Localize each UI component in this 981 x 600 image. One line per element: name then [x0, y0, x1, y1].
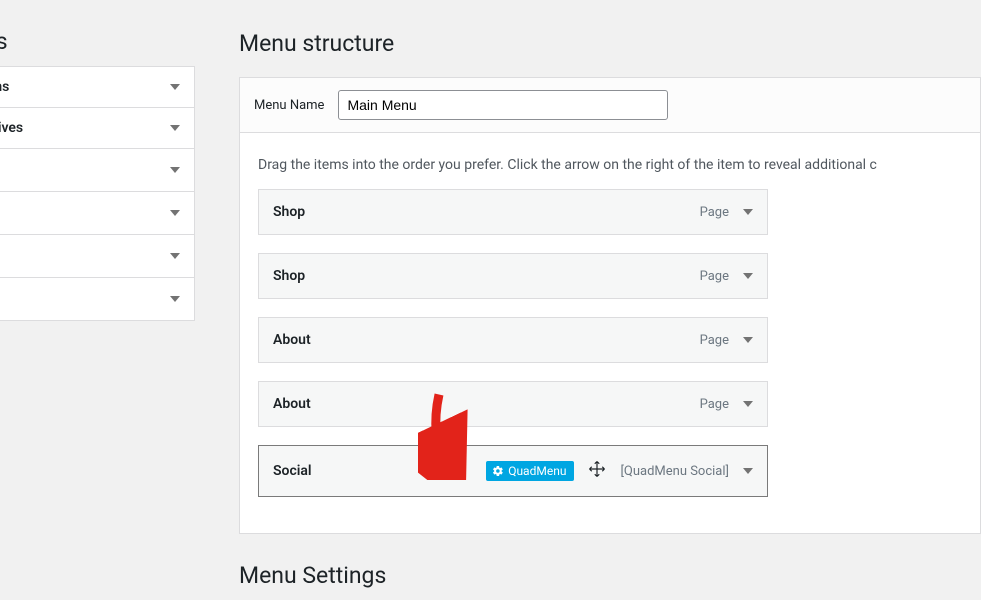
metabox-2-header[interactable] — [0, 149, 194, 191]
menu-item-type: Page — [700, 205, 729, 220]
menu-item-type: [QuadMenu Social] — [620, 464, 729, 479]
metabox-3-header[interactable] — [0, 192, 194, 234]
metabox-5-header[interactable] — [0, 278, 194, 320]
menu-item-meta: QuadMenu [QuadMenu Social] — [486, 460, 753, 482]
menu-item-type: Page — [700, 269, 729, 284]
metabox-2 — [0, 148, 195, 192]
menu-structure-panel: Menu structure Menu Name Drag the items … — [239, 30, 981, 589]
menu-item-about-1[interactable]: About Page — [258, 317, 768, 363]
metabox-1-label: hives — [0, 120, 23, 136]
metabox-5 — [0, 277, 195, 321]
menu-item-bar[interactable]: About Page — [259, 382, 767, 426]
menu-panel: Menu Name Drag the items into the order … — [239, 77, 981, 534]
metabox-4-header[interactable] — [0, 235, 194, 277]
menu-item-bar[interactable]: About Page — [259, 318, 767, 362]
metabox-4 — [0, 234, 195, 278]
menu-structure-heading: Menu structure — [239, 30, 981, 57]
menu-item-meta: Page — [700, 333, 753, 348]
chevron-down-icon — [170, 84, 180, 90]
menu-item-meta: Page — [700, 205, 753, 220]
metabox-3 — [0, 191, 195, 235]
menu-item-title: About — [273, 332, 311, 348]
metabox-1: hives — [0, 107, 195, 149]
metabox-0-header[interactable]: ms — [0, 67, 194, 107]
menu-items-list: Shop Page Shop Page — [240, 183, 980, 533]
menu-item-type: Page — [700, 397, 729, 412]
menu-item-shop-1[interactable]: Shop Page — [258, 189, 768, 235]
metabox-0-label: ms — [0, 79, 9, 95]
chevron-down-icon[interactable] — [743, 209, 753, 215]
menu-item-meta: Page — [700, 397, 753, 412]
menu-item-bar[interactable]: Social QuadMenu [QuadMenu Social] — [259, 446, 767, 496]
menu-item-title: Shop — [273, 204, 305, 220]
menu-item-left: Social — [273, 463, 312, 479]
menu-item-bar[interactable]: Shop Page — [259, 254, 767, 298]
menu-item-title: Social — [273, 463, 312, 479]
menu-name-label: Menu Name — [254, 98, 324, 113]
menu-item-social[interactable]: Social QuadMenu [QuadMenu Social] — [258, 445, 768, 497]
menu-item-shop-2[interactable]: Shop Page — [258, 253, 768, 299]
add-items-sidebar: ns ms hives — [0, 28, 195, 321]
menu-name-input[interactable] — [338, 90, 668, 120]
chevron-down-icon[interactable] — [743, 468, 753, 474]
metabox-0: ms — [0, 66, 195, 108]
menu-item-type: Page — [700, 333, 729, 348]
chevron-down-icon[interactable] — [743, 337, 753, 343]
chevron-down-icon — [170, 296, 180, 302]
move-cursor-icon — [588, 460, 606, 482]
chevron-down-icon[interactable] — [743, 401, 753, 407]
chevron-down-icon[interactable] — [743, 273, 753, 279]
menu-name-bar: Menu Name — [240, 78, 980, 133]
add-items-heading: ns — [0, 28, 195, 67]
menu-item-bar[interactable]: Shop Page — [259, 190, 767, 234]
menu-item-meta: Page — [700, 269, 753, 284]
gear-icon — [492, 465, 504, 477]
quadmenu-button[interactable]: QuadMenu — [486, 461, 574, 481]
chevron-down-icon — [170, 125, 180, 131]
menu-item-title: Shop — [273, 268, 305, 284]
chevron-down-icon — [170, 210, 180, 216]
menu-settings-heading: Menu Settings — [239, 562, 981, 589]
menu-item-about-2[interactable]: About Page — [258, 381, 768, 427]
chevron-down-icon — [170, 167, 180, 173]
quadmenu-label: QuadMenu — [508, 464, 566, 478]
menu-instructions: Drag the items into the order you prefer… — [240, 133, 980, 183]
chevron-down-icon — [170, 253, 180, 259]
metabox-1-header[interactable]: hives — [0, 108, 194, 148]
menu-item-title: About — [273, 396, 311, 412]
